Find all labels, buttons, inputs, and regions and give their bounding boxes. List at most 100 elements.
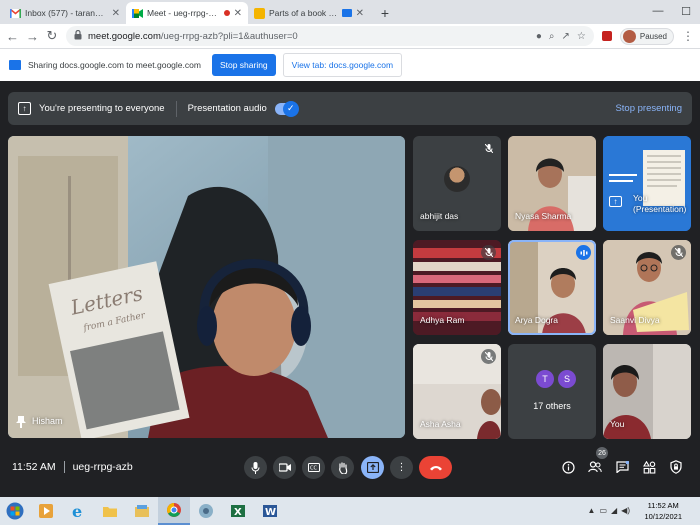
avatar: S: [558, 370, 576, 388]
presentation-audio-toggle[interactable]: ✓: [274, 100, 299, 117]
participant-tile[interactable]: Saanvi Divya: [603, 240, 691, 335]
share-icon[interactable]: ↗: [562, 31, 570, 42]
profile-button[interactable]: Paused: [619, 27, 674, 45]
forward-icon[interactable]: →: [26, 29, 39, 44]
address-bar[interactable]: meet.google.com/ueg-rrpg-azb?pli=1&authu…: [66, 26, 594, 46]
meeting-details-button[interactable]: [560, 459, 576, 475]
participant-name: Adhya Ram: [420, 315, 465, 325]
tab-slides[interactable]: Parts of a book - Google Slid ✕: [248, 2, 370, 24]
tab-title: Meet - ueg-rrpg-azb: [147, 8, 220, 18]
participant-name: You: [610, 419, 625, 429]
main-tile-label: Hisham: [16, 416, 63, 428]
taskbar-app[interactable]: [158, 497, 190, 525]
participant-tile[interactable]: Asha Asha: [413, 344, 501, 439]
present-now-button[interactable]: [361, 456, 384, 479]
view-tab-button[interactable]: View tab: docs.google.com: [282, 53, 403, 77]
meet-icon: [132, 8, 143, 19]
presenting-text: You're presenting to everyone: [39, 103, 165, 114]
microphone-button[interactable]: [244, 456, 267, 479]
camera-button[interactable]: [273, 456, 296, 479]
internet-explorer-icon: e: [72, 503, 82, 519]
present-icon: ↑: [18, 102, 31, 115]
screen-share-icon: [9, 60, 21, 70]
activities-icon: [642, 460, 655, 474]
minimize-icon[interactable]: —: [644, 0, 672, 22]
check-icon: ✓: [282, 100, 299, 117]
taskbar-app[interactable]: [190, 497, 222, 525]
activities-button[interactable]: [641, 459, 657, 475]
clock-date: 10/12/2021: [644, 512, 682, 521]
url-path: /ueg-rrpg-azb?pli=1&authuser=0: [160, 30, 298, 42]
cast-icon: [341, 9, 352, 17]
tray-arrow-icon[interactable]: ▲: [588, 506, 596, 515]
taskbar-clock[interactable]: 11:52 AM 10/12/2021: [644, 500, 682, 522]
zoom-icon[interactable]: ⌕: [549, 31, 555, 42]
meeting-controls-bar: 11:52 AM ueg-rrpg-azb CC ⋮ 26: [0, 446, 700, 491]
omnibox-actions: ● ⌕ ↗ ☆: [536, 31, 586, 42]
close-tab-icon[interactable]: ✕: [356, 8, 364, 19]
browser-tab-strip: Inbox (577) - tarannum@theindi ✕ Meet - …: [0, 0, 700, 24]
close-tab-icon[interactable]: ✕: [234, 8, 242, 19]
taskbar-app[interactable]: e: [62, 497, 94, 525]
raise-hand-button[interactable]: [331, 456, 354, 479]
taskbar-app[interactable]: W: [254, 497, 286, 525]
participants-count-badge: 26: [596, 447, 608, 459]
avatar: [444, 166, 470, 192]
tab-gmail[interactable]: Inbox (577) - tarannum@theindi ✕: [4, 2, 126, 24]
svg-text:CC: CC: [310, 466, 317, 472]
participant-tile[interactable]: Adhya Ram: [413, 240, 501, 335]
back-icon[interactable]: ←: [6, 29, 19, 44]
camera-in-use-icon[interactable]: ●: [536, 31, 542, 42]
taskbar-app[interactable]: [126, 497, 158, 525]
url-text: meet.google.com/ueg-rrpg-azb?pli=1&authu…: [88, 31, 530, 42]
presenting-banner: ↑ You're presenting to everyone Presenta…: [8, 92, 692, 125]
participant-name: Arya Dogra: [515, 315, 558, 325]
participant-tile[interactable]: Arya Dogra: [508, 240, 596, 335]
presentation-tile[interactable]: ↑ You (Presentation): [603, 136, 691, 231]
close-tab-icon[interactable]: ✕: [112, 8, 120, 19]
extension-icon[interactable]: [601, 31, 612, 41]
chat-button[interactable]: [614, 459, 630, 475]
captions-button[interactable]: CC: [302, 456, 325, 479]
more-vert-icon: ⋮: [396, 462, 407, 473]
bookmark-star-icon[interactable]: ☆: [577, 31, 586, 42]
stop-presenting-button[interactable]: Stop presenting: [615, 103, 682, 114]
maximize-icon[interactable]: ☐: [672, 0, 700, 22]
participants-button[interactable]: [587, 459, 603, 475]
avatar: T: [536, 370, 554, 388]
leave-call-button[interactable]: [419, 456, 452, 479]
system-tray: ▲ ▭ ◢ ◀): [588, 506, 630, 515]
chrome-menu-icon[interactable]: ⋮: [682, 29, 694, 43]
mic-off-icon: [481, 245, 496, 260]
start-button[interactable]: [0, 497, 30, 525]
end-call-icon: [429, 466, 442, 471]
recording-indicator-icon: [223, 10, 230, 16]
captions-icon: CC: [307, 463, 320, 472]
main-video-tile[interactable]: Letters from a Father Hisham: [8, 136, 405, 438]
taskbar-app[interactable]: [30, 497, 62, 525]
participant-tile[interactable]: abhijit das: [413, 136, 501, 231]
new-tab-button[interactable]: +: [376, 4, 394, 22]
reload-icon[interactable]: ↻: [46, 28, 58, 44]
self-tile[interactable]: You: [603, 344, 691, 439]
host-controls-button[interactable]: [668, 459, 684, 475]
taskbar-app[interactable]: [94, 497, 126, 525]
stop-sharing-button[interactable]: Stop sharing: [211, 54, 276, 76]
url-host: meet.google.com: [88, 30, 161, 42]
taskbar-app[interactable]: X: [222, 497, 254, 525]
more-options-button[interactable]: ⋮: [390, 456, 413, 479]
volume-icon[interactable]: ◀): [621, 506, 630, 515]
network-icon[interactable]: ◢: [611, 506, 617, 515]
pin-icon[interactable]: [16, 416, 26, 428]
address-bar-row: ← → ↻ meet.google.com/ueg-rrpg-azb?pli=1…: [0, 24, 700, 48]
tab-meet[interactable]: Meet - ueg-rrpg-azb ✕: [126, 2, 248, 24]
lock-icon[interactable]: [74, 29, 82, 43]
chrome-alt-icon: [199, 504, 213, 518]
excel-icon: X: [231, 505, 245, 518]
mic-off-icon: [671, 245, 686, 260]
battery-icon[interactable]: ▭: [599, 506, 607, 515]
tab-title: Inbox (577) - tarannum@theindi: [25, 8, 108, 18]
mic-off-icon: [481, 349, 496, 364]
others-tile[interactable]: T S 17 others: [508, 344, 596, 439]
participant-tile[interactable]: Nyasa Sharma: [508, 136, 596, 231]
